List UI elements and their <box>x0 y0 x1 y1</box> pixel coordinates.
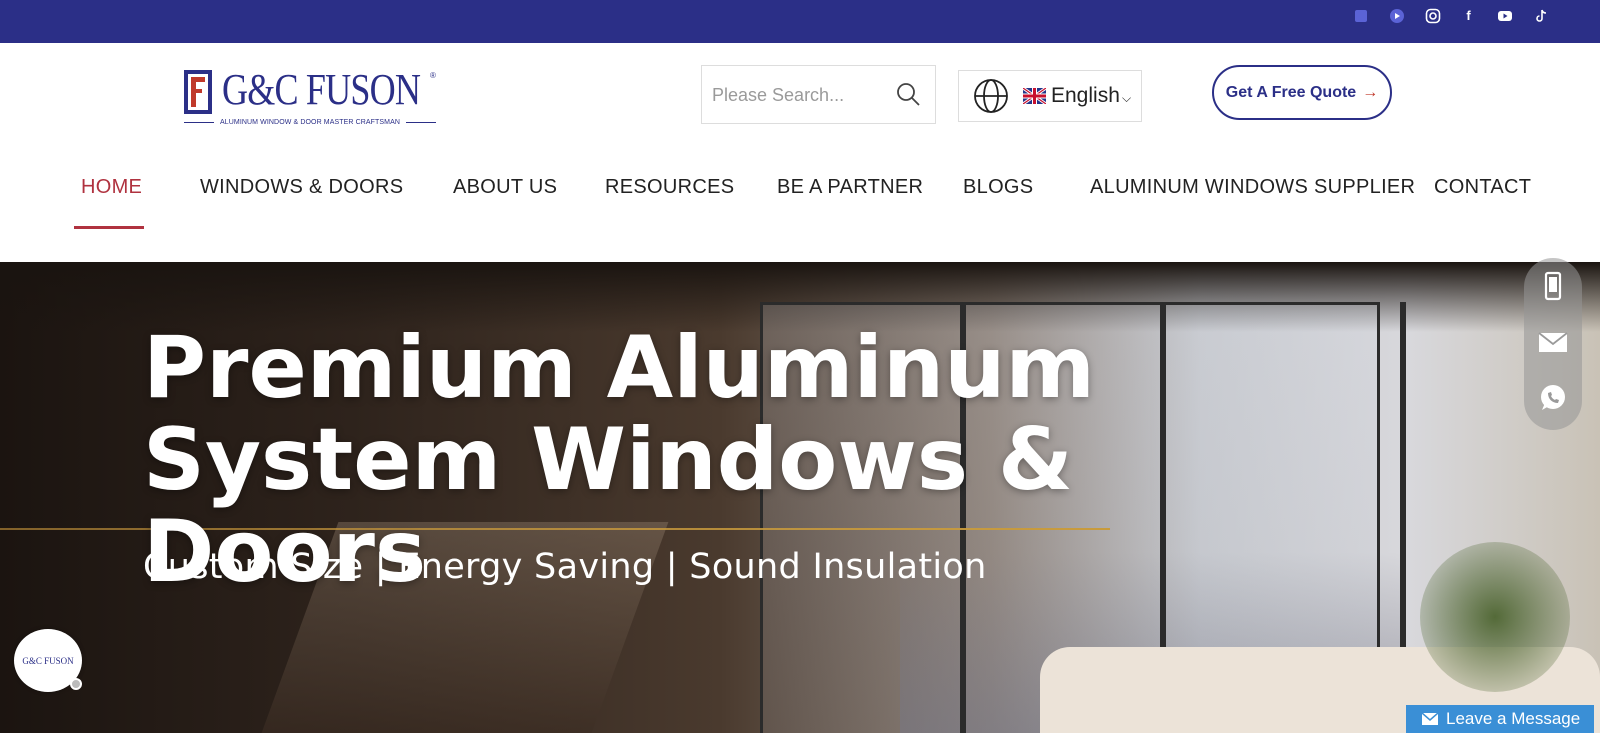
brand-name: G&C FUSON <box>222 65 421 114</box>
chat-avatar-text: G&C FUSON <box>22 655 74 666</box>
youtube-icon[interactable] <box>1495 6 1514 25</box>
uk-flag-icon <box>1023 88 1046 104</box>
tagline-rule-right <box>406 122 437 123</box>
envelope-icon <box>1422 713 1438 725</box>
instagram-icon[interactable] <box>1423 6 1442 25</box>
brand-reg-mark: ® <box>430 71 436 80</box>
chevron-down-icon: ⌵ <box>1122 91 1132 105</box>
nav-item-resources[interactable]: RESOURCES <box>605 176 734 228</box>
floating-contact-rail <box>1524 258 1582 430</box>
site-header: G&C FUSON ® ALUMINUM WINDOW & DOOR MASTE… <box>0 43 1600 262</box>
brand-logo[interactable]: G&C FUSON ® ALUMINUM WINDOW & DOOR MASTE… <box>184 65 437 129</box>
brand-tagline: ALUMINUM WINDOW & DOOR MASTER CRAFTSMAN <box>219 119 401 126</box>
nav-item-be-a-partner[interactable]: BE A PARTNER <box>777 176 923 228</box>
chat-status-dot <box>70 678 82 690</box>
nav-item-home[interactable]: HOME <box>81 176 142 228</box>
get-quote-button[interactable]: Get A Free Quote → <box>1212 65 1392 120</box>
email-icon[interactable] <box>1537 326 1569 358</box>
search-input[interactable]: Please Search... <box>712 85 844 106</box>
brand-tagline-row: ALUMINUM WINDOW & DOOR MASTER CRAFTSMAN <box>184 119 437 126</box>
search-icon[interactable] <box>895 81 921 107</box>
active-nav-underline <box>74 226 144 229</box>
hero-plant <box>1420 542 1570 692</box>
top-bar: f <box>0 0 1600 43</box>
leave-message-button[interactable]: Leave a Message <box>1406 705 1594 733</box>
get-quote-label: Get A Free Quote <box>1225 83 1357 101</box>
hero-banner: Premium Aluminum System Windows & Doors … <box>0 262 1600 733</box>
globe-icon <box>974 79 1008 113</box>
nav-item-blogs[interactable]: BLOGS <box>963 176 1033 228</box>
nav-item-contact[interactable]: CONTACT <box>1434 176 1531 228</box>
leave-message-label: Leave a Message <box>1446 709 1581 728</box>
tagline-rule-left <box>184 122 214 123</box>
phone-icon[interactable] <box>1537 270 1569 302</box>
nav-item-about-us[interactable]: ABOUT US <box>453 176 557 228</box>
facebook-icon[interactable]: f <box>1459 6 1478 25</box>
hero-subtitle: Custom Size | Energy Saving | Sound Insu… <box>143 547 987 587</box>
search-box[interactable]: Please Search... <box>701 65 936 124</box>
social-links: f <box>1351 6 1550 25</box>
square-icon[interactable] <box>1351 6 1370 25</box>
nav-item-windows-doors[interactable]: WINDOWS & DOORS <box>200 176 403 228</box>
arrow-right-icon: → <box>1362 83 1379 101</box>
language-label: English <box>1051 84 1120 107</box>
hero-title-line-1: Premium Aluminum <box>143 318 1096 418</box>
language-selector[interactable]: English ⌵ <box>958 70 1142 122</box>
circle-play-icon[interactable] <box>1387 6 1406 25</box>
whatsapp-icon[interactable] <box>1537 382 1569 414</box>
logo-mark-icon <box>184 70 212 114</box>
main-nav: HOME WINDOWS & DOORS ABOUT US RESOURCES … <box>0 176 1600 228</box>
nav-item-aluminum-windows-supplier[interactable]: ALUMINUM WINDOWS SUPPLIER <box>1090 176 1415 228</box>
tiktok-icon[interactable] <box>1531 6 1550 25</box>
